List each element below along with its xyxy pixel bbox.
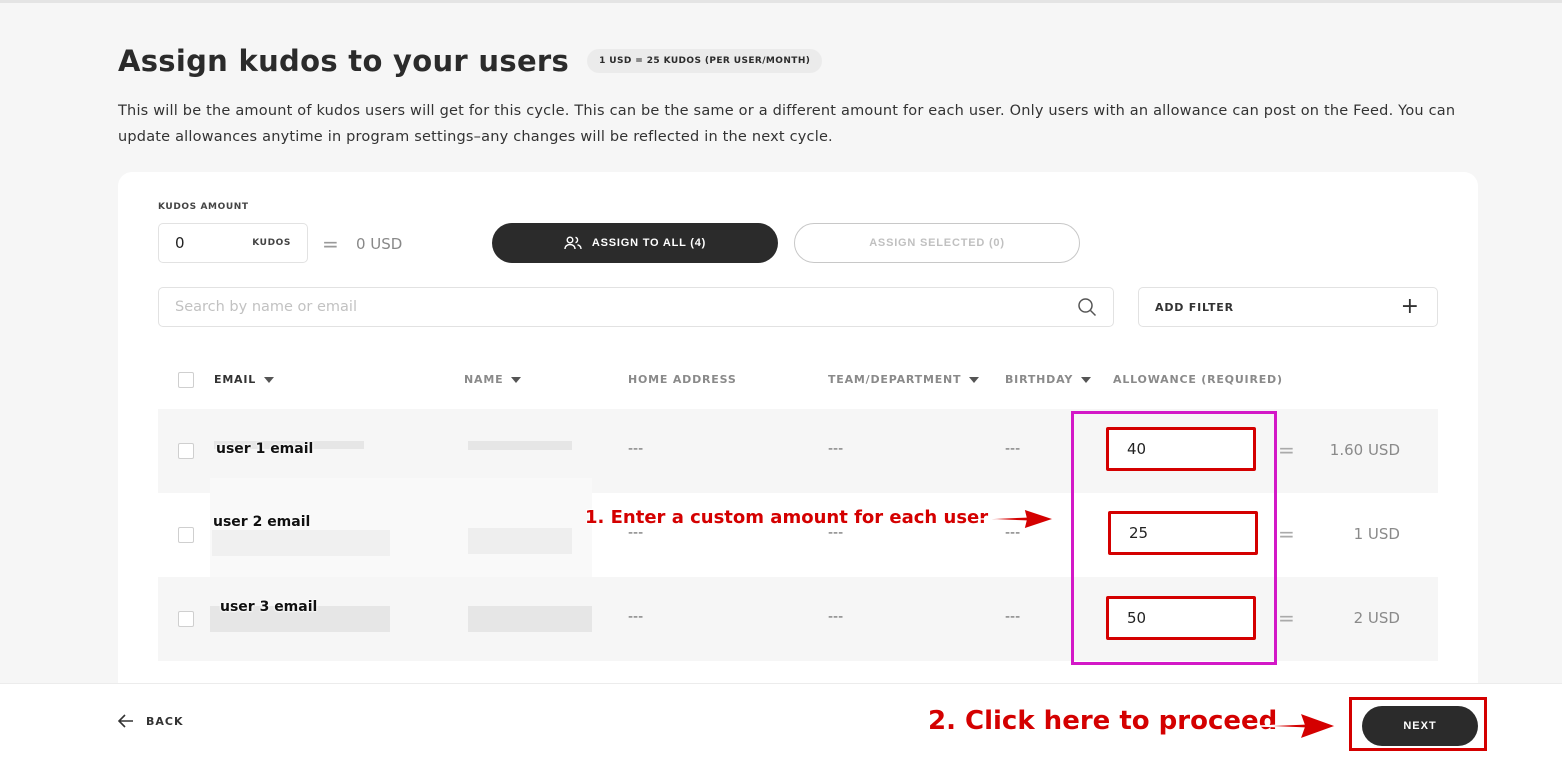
sort-caret-icon[interactable] [969, 376, 980, 383]
title-row: Assign kudos to your users 1 USD = 25 KU… [118, 44, 823, 78]
equals-sign: = [322, 232, 339, 256]
row-email: user 3 email [220, 599, 318, 615]
row-checkbox[interactable] [178, 443, 194, 459]
arrow-right-icon [1257, 712, 1338, 740]
column-header-team-label: TEAM/DEPARTMENT [828, 373, 962, 386]
redacted-name [468, 606, 592, 632]
row-team: --- [828, 609, 844, 625]
add-filter-button[interactable]: ADD FILTER + [1138, 287, 1438, 327]
kudos-amount-label: KUDOS AMOUNT [158, 202, 249, 212]
row-email: user 2 email [213, 514, 311, 530]
row-email: user 1 email [216, 441, 314, 457]
row-usd-value: 1 USD [1353, 525, 1400, 543]
column-header-team[interactable]: TEAM/DEPARTMENT [828, 373, 980, 386]
kudos-amount-input[interactable]: 0 KUDOS [158, 223, 308, 263]
arrow-left-icon [118, 714, 133, 728]
top-border [0, 0, 1562, 3]
row-usd-value: 2 USD [1353, 609, 1400, 627]
redacted-name [468, 528, 572, 554]
row-checkbox[interactable] [178, 611, 194, 627]
column-header-email-label: EMAIL [214, 373, 257, 386]
sort-caret-icon[interactable] [1081, 376, 1092, 383]
arrow-right-icon [979, 508, 1056, 530]
page-title: Assign kudos to your users [118, 44, 570, 78]
annotation-step-2: 2. Click here to proceed [928, 706, 1278, 736]
kudos-amount-value[interactable]: 0 [175, 234, 185, 252]
redacted-email [212, 530, 390, 556]
next-button[interactable]: NEXT [1362, 706, 1478, 746]
row-usd-value: 1.60 USD [1329, 441, 1400, 459]
back-button[interactable]: BACK [118, 714, 184, 728]
assign-to-all-button[interactable]: ASSIGN TO ALL (4) [492, 223, 778, 263]
row-home-address: --- [628, 609, 644, 625]
column-header-email[interactable]: EMAIL [214, 373, 275, 386]
sort-caret-icon[interactable] [511, 376, 522, 383]
search-box[interactable] [158, 287, 1114, 327]
search-icon[interactable] [1077, 297, 1097, 317]
page-description: This will be the amount of kudos users w… [118, 103, 1456, 145]
usd-amount: 0 USD [356, 235, 403, 253]
add-filter-label: ADD FILTER [1155, 300, 1234, 314]
assign-to-all-label: ASSIGN TO ALL (4) [591, 237, 707, 249]
search-input[interactable] [175, 299, 1077, 315]
back-label: BACK [146, 714, 184, 728]
kudos-unit-label: KUDOS [252, 238, 291, 248]
rate-badge: 1 USD = 25 KUDOS (PER USER/MONTH) [587, 49, 823, 73]
assign-selected-button[interactable]: ASSIGN SELECTED (0) [794, 223, 1080, 263]
column-header-name[interactable]: NAME [464, 373, 522, 386]
row-team: --- [828, 441, 844, 457]
select-all-checkbox[interactable] [178, 372, 194, 388]
row-birthday: --- [1005, 441, 1021, 457]
row-birthday: --- [1005, 609, 1021, 625]
redacted-name [468, 441, 572, 450]
column-header-birthday[interactable]: BIRTHDAY [1005, 373, 1092, 386]
row-checkbox[interactable] [178, 527, 194, 543]
plus-icon: + [1400, 294, 1419, 319]
column-header-home-address-label: HOME ADDRESS [628, 373, 737, 386]
column-header-allowance-label: ALLOWANCE (REQUIRED) [1113, 373, 1283, 386]
column-header-birthday-label: BIRTHDAY [1005, 373, 1074, 386]
column-header-allowance: ALLOWANCE (REQUIRED) [1113, 373, 1283, 386]
annotation-step-1: 1. Enter a custom amount for each user [585, 507, 989, 528]
users-icon [564, 236, 582, 250]
allowance-highlight-box [1071, 411, 1277, 665]
column-header-name-label: NAME [464, 373, 504, 386]
row-home-address: --- [628, 441, 644, 457]
column-header-home-address: HOME ADDRESS [628, 373, 737, 386]
sort-caret-icon[interactable] [264, 376, 275, 383]
